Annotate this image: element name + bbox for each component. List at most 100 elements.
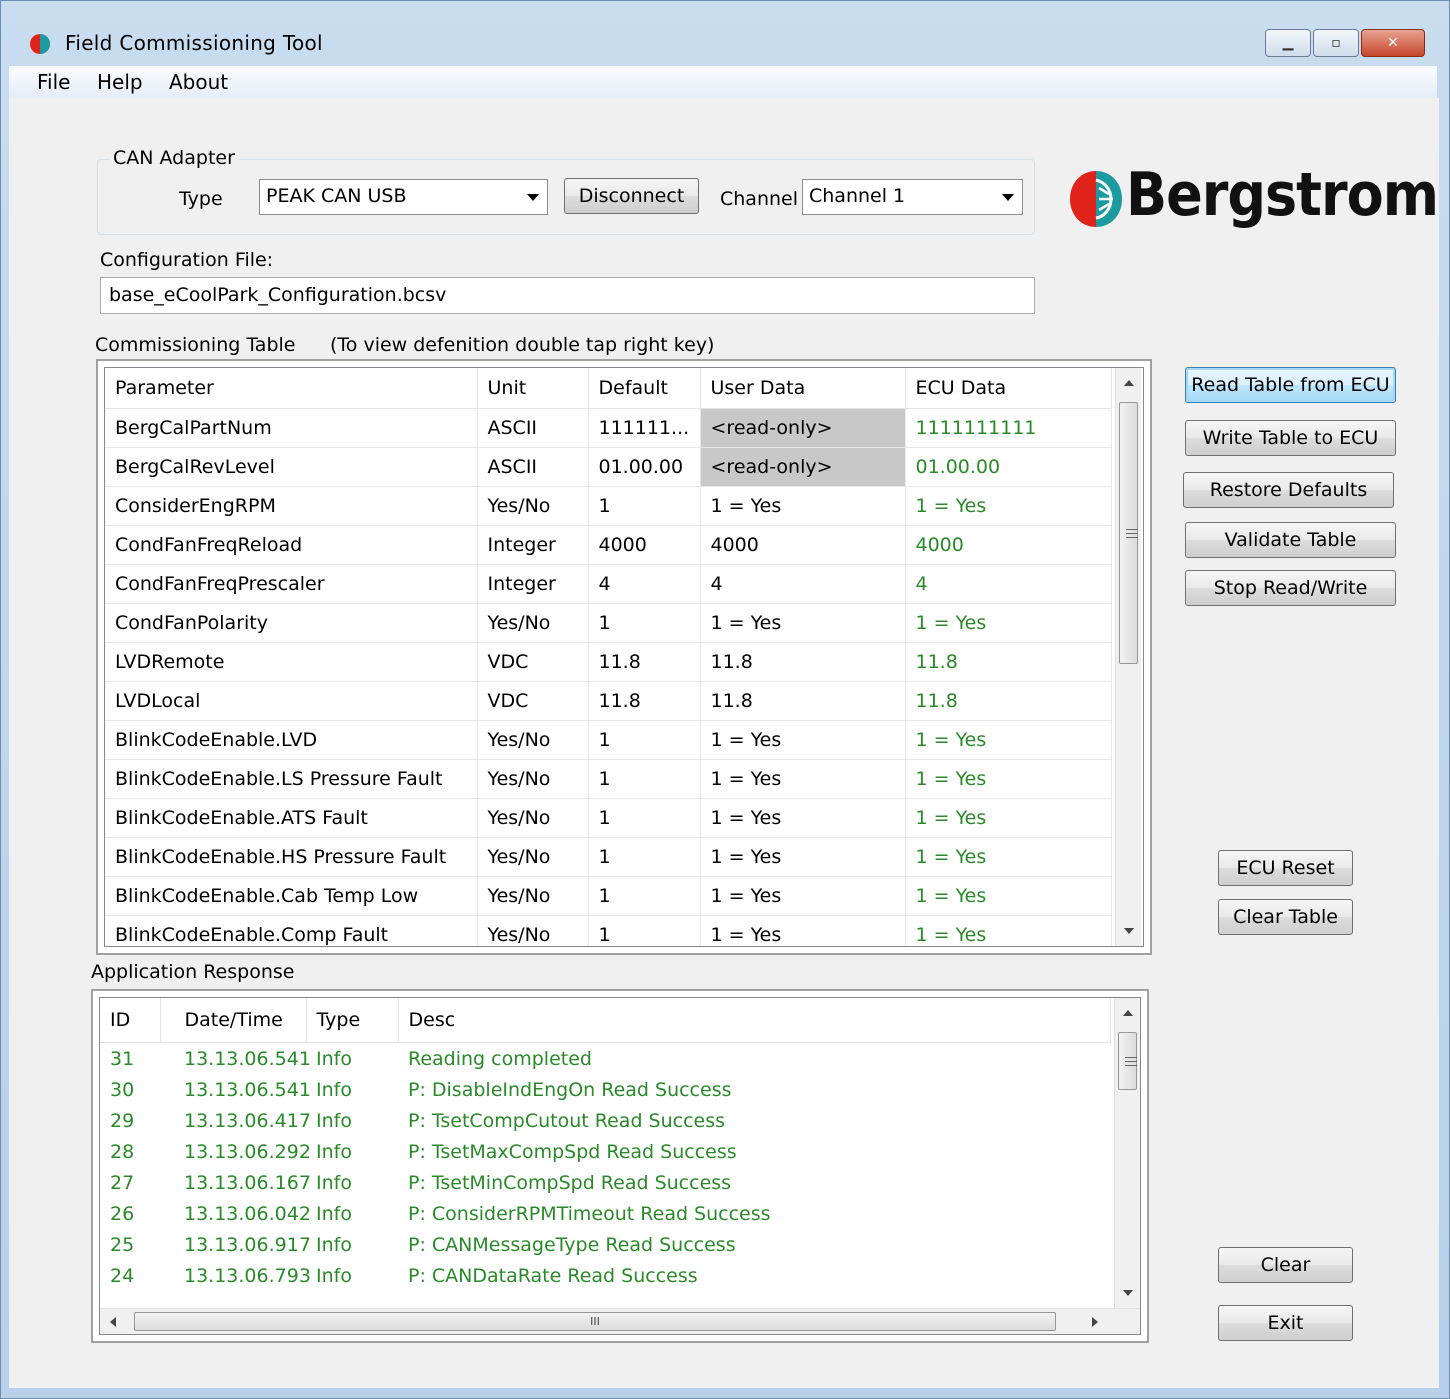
table-row[interactable]: BlinkCodeEnable.LVD Yes/No 1 1 = Yes 1 = Yes <box>105 720 1112 760</box>
disconnect-button[interactable]: Disconnect <box>564 178 699 214</box>
column-header-datetime[interactable]: Date/Time <box>160 998 307 1043</box>
list-item[interactable]: 30 13.13.06.541 Info P: DisableIndEngOn Rea… <box>100 1074 1110 1105</box>
table-row[interactable]: BlinkCodeEnable.Comp Fault Yes/No 1 1 = Yes… <box>105 915 1112 946</box>
table-row[interactable]: BlinkCodeEnable.Cab Temp Low Yes/No 1 1 = Y… <box>105 876 1112 916</box>
minimize-button[interactable]: ▁ <box>1265 29 1311 57</box>
cell-user-data[interactable]: 1 = Yes <box>700 603 906 643</box>
table-row[interactable]: CondFanFreqPrescaler Integer 4 4 4 <box>105 564 1112 604</box>
clear-table-button[interactable]: Clear Table <box>1218 899 1353 935</box>
scroll-down-icon[interactable] <box>1123 1290 1133 1296</box>
list-item[interactable]: 28 13.13.06.292 Info P: TsetMaxCompSpd Read… <box>100 1136 1110 1167</box>
scroll-right-icon[interactable] <box>1092 1317 1098 1327</box>
scroll-thumb[interactable] <box>1119 402 1138 664</box>
cell-user-data[interactable]: 11.8 <box>700 642 906 682</box>
type-label: Type <box>179 188 223 210</box>
column-header-default[interactable]: Default <box>588 368 701 409</box>
scroll-up-icon[interactable] <box>1123 1010 1133 1016</box>
cell-unit: Yes/No <box>477 759 589 799</box>
column-header-desc[interactable]: Desc <box>398 998 1111 1043</box>
cell-param: BlinkCodeEnable.ATS Fault <box>105 798 478 838</box>
stop-read-write-button[interactable]: Stop Read/Write <box>1185 570 1396 606</box>
response-cell-type: Info <box>316 1202 352 1225</box>
column-header-type[interactable]: Type <box>306 998 399 1043</box>
menu-about[interactable]: About <box>169 70 228 94</box>
menu-file[interactable]: File <box>37 70 70 94</box>
scroll-up-icon[interactable] <box>1124 380 1134 386</box>
table-row[interactable]: LVDLocal VDC 11.8 11.8 11.8 <box>105 681 1112 721</box>
cell-user-data[interactable]: 1 = Yes <box>700 798 906 838</box>
maximize-icon: ▫ <box>1331 35 1341 51</box>
cell-user-data[interactable]: 1 = Yes <box>700 876 906 916</box>
cell-user-data[interactable]: 4 <box>700 564 906 604</box>
cell-param: BlinkCodeEnable.LVD <box>105 720 478 760</box>
validate-table-button[interactable]: Validate Table <box>1185 522 1396 558</box>
response-horizontal-scrollbar[interactable]: III <box>100 1308 1140 1334</box>
table-row[interactable]: BlinkCodeEnable.LS Pressure Fault Yes/No 1… <box>105 759 1112 799</box>
scroll-thumb[interactable] <box>1118 1032 1137 1090</box>
maximize-button[interactable]: ▫ <box>1313 29 1359 57</box>
commissioning-table-frame: Parameter Unit Default User Data ECU Dat… <box>96 359 1152 955</box>
cell-user-data[interactable]: 1 = Yes <box>700 486 906 526</box>
list-item[interactable]: 29 13.13.06.417 Info P: TsetCompCutout Read… <box>100 1105 1110 1136</box>
cell-user-data[interactable]: 1 = Yes <box>700 759 906 799</box>
cell-user-data[interactable]: <read-only> <box>700 447 906 487</box>
cell-user-data[interactable]: 1 = Yes <box>700 915 906 946</box>
cell-user-data[interactable]: 1 = Yes <box>700 720 906 760</box>
table-row[interactable]: BlinkCodeEnable.HS Pressure Fault Yes/No 1… <box>105 837 1112 877</box>
column-header-unit[interactable]: Unit <box>477 368 589 409</box>
menu-help[interactable]: Help <box>97 70 143 94</box>
channel-select[interactable]: Channel 1 <box>802 179 1023 215</box>
cell-default: 1 <box>588 720 701 760</box>
cell-default: 11.8 <box>588 681 701 721</box>
cell-unit: Yes/No <box>477 603 589 643</box>
table-row[interactable]: CondFanPolarity Yes/No 1 1 = Yes 1 = Yes <box>105 603 1112 643</box>
response-vertical-scrollbar[interactable] <box>1114 998 1140 1308</box>
restore-defaults-button[interactable]: Restore Defaults <box>1183 472 1394 508</box>
channel-label: Channel <box>720 188 799 210</box>
list-item[interactable]: 31 13.13.06.541 Info Reading completed <box>100 1043 1110 1075</box>
grip-line <box>1125 1061 1137 1062</box>
read-table-button[interactable]: Read Table from ECU <box>1185 367 1396 403</box>
cell-unit: Integer <box>477 525 589 565</box>
config-file-field[interactable]: base_eCoolPark_Configuration.bcsv <box>100 277 1035 314</box>
cell-user-data[interactable]: 1 = Yes <box>700 837 906 877</box>
response-cell-desc: P: ConsiderRPMTimeout Read Success <box>408 1202 771 1225</box>
table-row[interactable]: BlinkCodeEnable.ATS Fault Yes/No 1 1 = Yes 1… <box>105 798 1112 838</box>
table-row[interactable]: LVDRemote VDC 11.8 11.8 11.8 <box>105 642 1112 682</box>
list-item[interactable]: 24 13.13.06.793 Info P: CANDataRate Read Su… <box>100 1260 1110 1291</box>
response-cell-desc: P: DisableIndEngOn Read Success <box>408 1078 732 1101</box>
exit-button[interactable]: Exit <box>1218 1305 1353 1341</box>
write-table-button[interactable]: Write Table to ECU <box>1185 420 1396 456</box>
horizontal-scroll-thumb[interactable]: III <box>134 1312 1056 1331</box>
cell-param: CondFanFreqReload <box>105 525 478 565</box>
response-cell-id: 31 <box>110 1047 135 1070</box>
list-item[interactable]: 25 13.13.06.917 Info P: CANMessageType Read… <box>100 1229 1110 1260</box>
commissioning-vertical-scrollbar[interactable] <box>1115 368 1141 946</box>
response-table: ID Date/Time Type Desc 31 13.13.06.541 Inf… <box>100 998 1111 1291</box>
clear-button[interactable]: Clear <box>1218 1247 1353 1283</box>
table-row[interactable]: BergCalRevLevel ASCII 01.00.00 <read-only> 0… <box>105 447 1112 487</box>
cell-default: 1 <box>588 798 701 838</box>
cell-default: 1 <box>588 837 701 877</box>
scroll-left-icon[interactable] <box>110 1317 116 1327</box>
cell-user-data[interactable]: 4000 <box>700 525 906 565</box>
ecu-reset-button[interactable]: ECU Reset <box>1218 850 1353 886</box>
column-header-user-data[interactable]: User Data <box>700 368 906 409</box>
table-row[interactable]: ConsiderEngRPM Yes/No 1 1 = Yes 1 = Yes <box>105 486 1112 526</box>
cell-user-data[interactable]: 11.8 <box>700 681 906 721</box>
table-row[interactable]: BergCalPartNum ASCII 111111... <read-only> 1… <box>105 408 1112 448</box>
list-item[interactable]: 26 13.13.06.042 Info P: ConsiderRPMTimeout … <box>100 1198 1110 1229</box>
column-header-ecu-data[interactable]: ECU Data <box>905 368 1112 409</box>
title-bar[interactable]: Field Commissioning Tool ▁ ▫ ✕ <box>1 1 1449 67</box>
adapter-type-select[interactable]: PEAK CAN USB <box>259 179 548 215</box>
scroll-down-icon[interactable] <box>1124 928 1134 934</box>
response-cell-id: 29 <box>110 1109 135 1132</box>
table-row[interactable]: CondFanFreqReload Integer 4000 4000 4000 <box>105 525 1112 565</box>
list-item[interactable]: 27 13.13.06.167 Info P: TsetMinCompSpd Read… <box>100 1167 1110 1198</box>
cell-unit: Yes/No <box>477 876 589 916</box>
cell-user-data[interactable]: <read-only> <box>700 408 906 448</box>
column-header-parameter[interactable]: Parameter <box>105 368 478 409</box>
column-header-id[interactable]: ID <box>100 998 161 1043</box>
close-button[interactable]: ✕ <box>1361 29 1425 57</box>
cell-ecu-data: 1 = Yes <box>905 603 1112 643</box>
